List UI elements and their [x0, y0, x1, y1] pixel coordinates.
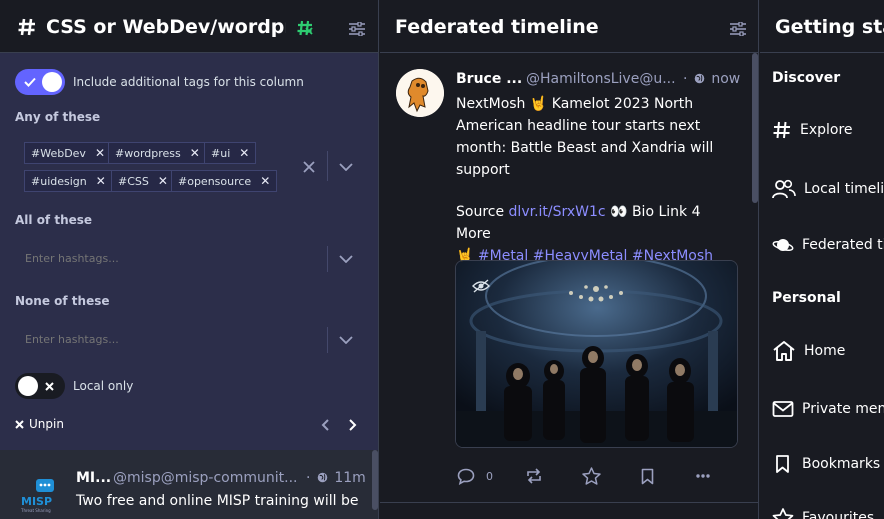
- remove-tag-icon[interactable]: ✕: [190, 146, 200, 160]
- nav-explore[interactable]: Explore: [772, 120, 853, 140]
- media-attachment[interactable]: [455, 260, 738, 448]
- remove-tag-icon[interactable]: ✕: [158, 174, 168, 188]
- tag-chip[interactable]: #wordpress ✕: [108, 142, 207, 164]
- remove-tag-icon[interactable]: ✕: [260, 174, 270, 188]
- close-icon: [15, 419, 24, 429]
- planet-icon: [772, 239, 794, 252]
- reply-icon[interactable]: [457, 468, 475, 485]
- local-only-label: Local only: [73, 379, 134, 393]
- bookmark-icon: [776, 455, 789, 473]
- column-settings-panel: Include additional tags for this column …: [0, 53, 378, 450]
- column-title: Federated timeline: [395, 16, 599, 38]
- tag-chip[interactable]: #CSS ✕: [111, 170, 175, 192]
- nav-federated-timeline[interactable]: Federated timeline: [772, 235, 884, 255]
- globe-icon: [317, 472, 328, 483]
- users-icon: [772, 179, 796, 199]
- svg-text:MISP: MISP: [21, 495, 52, 508]
- include-tags-toggle[interactable]: [15, 69, 65, 95]
- column-title: Getting started: [775, 16, 884, 38]
- avatar[interactable]: [396, 69, 444, 117]
- divider: [327, 151, 328, 181]
- account-handle[interactable]: @HamiltonsLive@u...: [526, 71, 676, 87]
- globe-icon: [694, 73, 705, 84]
- unpin-label: Unpin: [29, 417, 64, 431]
- hashtag-icon: [773, 121, 790, 139]
- move-right-icon[interactable]: [349, 419, 357, 431]
- svg-text:Threat Sharing: Threat Sharing: [20, 508, 51, 513]
- check-icon: [24, 77, 36, 87]
- display-name[interactable]: Bruce ...: [456, 71, 522, 87]
- column-title: CSS or WebDev/wordpr...: [46, 16, 286, 38]
- hashtag-icon: [18, 18, 35, 36]
- display-name[interactable]: MI...: [76, 470, 111, 486]
- clear-all-icon[interactable]: [303, 161, 315, 173]
- discover-heading: Discover: [772, 70, 841, 86]
- column-header[interactable]: Federated timeline: [380, 0, 758, 53]
- home-icon: [773, 341, 795, 361]
- envelope-icon: [772, 401, 794, 417]
- x-icon: [45, 382, 54, 391]
- tag-chip[interactable]: #WebDev ✕: [24, 142, 113, 164]
- bookmark-icon[interactable]: [641, 468, 654, 485]
- remove-tag-icon[interactable]: ✕: [96, 174, 106, 188]
- remove-tag-icon[interactable]: ✕: [239, 146, 249, 160]
- none-hashtags-input[interactable]: [15, 326, 315, 352]
- federated-column: Federated timeline Bruce ... @HamiltonsL…: [380, 0, 759, 519]
- local-only-toggle[interactable]: [15, 373, 65, 399]
- status-content: Two free and online MISP training will b…: [76, 493, 359, 509]
- scrollbar[interactable]: [752, 53, 758, 203]
- more-icon[interactable]: [696, 474, 710, 478]
- status-item[interactable]: Bruce ... @HamiltonsLive@u... · now Next…: [380, 53, 758, 503]
- column-header: Getting started: [760, 0, 884, 53]
- chevron-down-icon[interactable]: [339, 336, 353, 344]
- toggle-knob: [42, 72, 62, 92]
- star-icon: [772, 508, 794, 519]
- timestamp[interactable]: · 11m: [306, 470, 366, 486]
- hashtag-column: CSS or WebDev/wordpr... Include addition…: [0, 0, 379, 519]
- column-header[interactable]: CSS or WebDev/wordpr...: [0, 0, 378, 53]
- all-hashtags-input[interactable]: [15, 245, 315, 271]
- sliders-icon[interactable]: [730, 22, 746, 36]
- getting-started-column: Getting started Discover Explore Local t…: [760, 0, 884, 519]
- reply-count: 0: [486, 469, 493, 483]
- sliders-icon[interactable]: [349, 22, 365, 36]
- unpin-button[interactable]: Unpin: [15, 417, 64, 431]
- tag-chip[interactable]: #uidesign ✕: [24, 170, 113, 192]
- chevron-down-icon[interactable]: [339, 255, 353, 263]
- divider: [327, 327, 328, 353]
- toggle-knob: [18, 376, 38, 396]
- timestamp[interactable]: · now: [683, 71, 740, 87]
- all-of-these-label: All of these: [15, 213, 93, 227]
- none-of-these-label: None of these: [15, 294, 110, 308]
- tag-chip[interactable]: #opensource ✕: [171, 170, 278, 192]
- move-left-icon[interactable]: [321, 419, 329, 431]
- any-of-these-label: Any of these: [15, 110, 101, 124]
- divider: [327, 246, 328, 272]
- nav-favourites[interactable]: Favourites: [772, 508, 874, 519]
- band-photo: [456, 261, 737, 447]
- status-content: NextMosh 🤘 Kamelot 2023 North American h…: [456, 93, 726, 267]
- hide-media-icon[interactable]: [472, 279, 490, 293]
- tag-chip[interactable]: #ui ✕: [204, 142, 257, 164]
- status-paragraph: NextMosh 🤘 Kamelot 2023 North American h…: [456, 96, 714, 178]
- boost-icon[interactable]: [525, 468, 543, 484]
- favourite-icon[interactable]: [582, 467, 601, 485]
- account-handle[interactable]: @misp@misp-communit...: [113, 470, 297, 486]
- chevron-down-icon[interactable]: [339, 163, 353, 171]
- scrollbar[interactable]: [372, 450, 378, 510]
- nav-local-timeline[interactable]: Local timeline: [772, 179, 884, 199]
- remove-tag-icon[interactable]: ✕: [95, 146, 105, 160]
- nav-bookmarks[interactable]: Bookmarks: [772, 454, 880, 474]
- avatar[interactable]: MISP Threat Sharing: [17, 471, 63, 517]
- misp-logo-icon: MISP Threat Sharing: [20, 479, 54, 513]
- nav-home[interactable]: Home: [772, 340, 845, 362]
- hashtag-settings-icon[interactable]: [296, 19, 314, 37]
- status-actions: 0: [457, 467, 710, 485]
- nav-private-mentions[interactable]: Private mentions: [772, 400, 884, 418]
- source-link[interactable]: dlvr.it/SrxW1c: [509, 204, 606, 220]
- avatar-image: [396, 69, 444, 117]
- status-item[interactable]: MISP Threat Sharing MI... @misp@misp-com…: [0, 450, 378, 519]
- include-tags-label: Include additional tags for this column: [73, 75, 304, 89]
- personal-heading: Personal: [772, 290, 841, 306]
